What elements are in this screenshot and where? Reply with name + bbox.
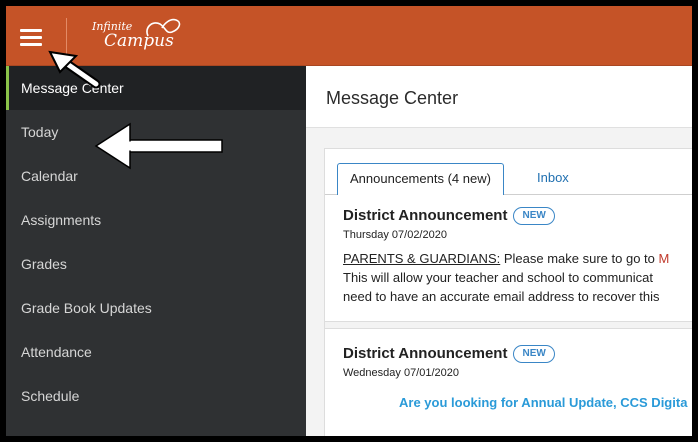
announcement-title[interactable]: District Announcement NEW — [343, 207, 555, 225]
sidebar-item-label: Today — [21, 124, 59, 140]
sidebar-item-grades[interactable]: Grades — [6, 242, 306, 286]
sidebar-item-schedule[interactable]: Schedule — [6, 374, 306, 418]
sidebar-item-attendance[interactable]: Attendance — [6, 330, 306, 374]
announcement-date: Wednesday 07/01/2020 — [343, 367, 459, 379]
message-card: Announcements (4 new) Inbox District Ann… — [324, 148, 692, 436]
announcement-link-fragment[interactable]: M — [659, 251, 670, 266]
announcement-title-text: District Announcement — [343, 207, 508, 224]
announcement-title-text: District Announcement — [343, 345, 508, 362]
top-bar: Infinite Campus — [6, 6, 692, 66]
announcement-link[interactable]: Are you looking for Annual Update, CCS D… — [399, 395, 687, 410]
sidebar-item-grade-book-updates[interactable]: Grade Book Updates — [6, 286, 306, 330]
infinite-campus-logo: Infinite Campus — [84, 16, 204, 56]
announcement-title[interactable]: District Announcement NEW — [343, 345, 555, 363]
sidebar-item-assignments[interactable]: Assignments — [6, 198, 306, 242]
announcement-date: Thursday 07/02/2020 — [343, 229, 447, 241]
sidebar-item-label: Assignments — [21, 212, 102, 228]
announcement-body-text: Please make sure to go to — [500, 251, 659, 266]
main-header: Message Center — [306, 66, 692, 128]
sidebar-nav: Message Center Today Calendar Assignment… — [6, 66, 306, 436]
page-title: Message Center — [326, 88, 459, 108]
tab-inbox[interactable]: Inbox — [537, 163, 569, 195]
announcement-body: PARENTS & GUARDIANS: Please make sure to… — [343, 249, 692, 306]
announcement-divider — [325, 321, 692, 329]
sidebar-item-message-center[interactable]: Message Center — [6, 66, 306, 110]
new-badge: NEW — [513, 345, 555, 363]
main-content: Message Center Announcements (4 new) Inb… — [306, 66, 692, 436]
sidebar-item-label: Grade Book Updates — [21, 300, 152, 316]
logo-swirl-icon — [146, 18, 181, 37]
sidebar-item-label: Calendar — [21, 168, 78, 184]
tab-announcements[interactable]: Announcements (4 new) — [337, 163, 504, 195]
announcement-body-line-3: need to have an accurate email address t… — [343, 289, 660, 304]
sidebar-item-today[interactable]: Today — [6, 110, 306, 154]
sidebar-item-label: Schedule — [21, 388, 80, 404]
sidebar-item-label: Attendance — [21, 344, 92, 360]
announcement-body-line-2: This will allow your teacher and school … — [343, 270, 653, 285]
hamburger-menu-icon[interactable] — [14, 22, 48, 52]
sidebar-item-calendar[interactable]: Calendar — [6, 154, 306, 198]
sidebar-item-label: Grades — [21, 256, 67, 272]
topbar-divider — [66, 18, 67, 54]
sidebar-item-label: Message Center — [21, 80, 124, 96]
announcement-body-heading: PARENTS & GUARDIANS: — [343, 251, 501, 266]
new-badge: NEW — [513, 207, 555, 225]
app-frame: Infinite Campus Message Center Today Cal… — [6, 6, 692, 436]
